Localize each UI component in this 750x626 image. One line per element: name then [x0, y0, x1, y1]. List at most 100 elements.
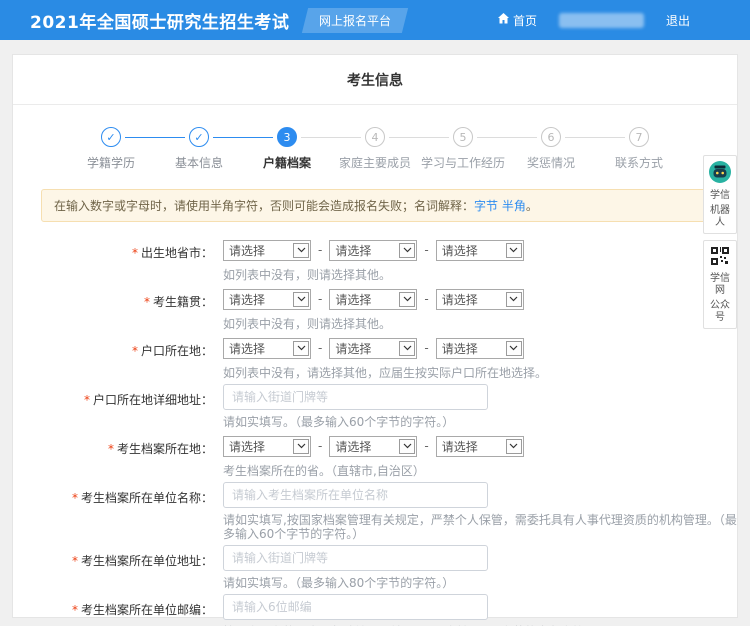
step-label: 奖惩情况	[527, 154, 575, 171]
required-asterisk: *	[72, 603, 78, 617]
wechat-widget-label-line2: 公众号	[706, 300, 734, 324]
logout-link-label: 退出	[666, 12, 690, 29]
archive-district-select[interactable]: 请选择	[436, 436, 524, 457]
archive-unit-zipcode-input[interactable]	[223, 594, 488, 620]
home-link-label: 首页	[513, 12, 537, 29]
halfwidth-notice: 在输入数字或字母时，请使用半角字符，否则可能会造成报名失败；名词解释：字节 半角…	[41, 189, 709, 222]
step-label: 学习与工作经历	[421, 154, 505, 171]
required-asterisk: *	[72, 554, 78, 568]
chevron-down-icon	[506, 243, 522, 258]
step-check-icon: ✓	[189, 127, 209, 147]
robot-avatar-icon	[709, 168, 731, 187]
dash-separator: -	[318, 243, 322, 257]
archive-province-select[interactable]: 请选择	[223, 436, 311, 457]
form-row-archive-unit-name: *考生档案所在单位名称： 请如实填写,按国家档案管理有关规定，严禁个人保管，需委…	[13, 483, 737, 541]
form-row-birthplace: *出生地省市： 请选择 - 请选择 - 请选择 如列表中没有，则请选择其他。	[13, 238, 737, 282]
native-place-label: 考生籍贯：	[153, 295, 213, 309]
household-location-help: 如列表中没有，请选择其他，应届生按实际户口所在地选择。	[223, 366, 737, 380]
robot-widget-label-line2: 机器人	[706, 205, 734, 229]
form-row-household-address: *户口所在地详细地址： 请如实填写。（最多输入60个字节的字符。）	[13, 385, 737, 429]
step-label: 户籍档案	[263, 154, 311, 171]
step-item-family-members: 4 家庭主要成员	[331, 127, 419, 171]
notice-suffix: 。	[526, 199, 538, 213]
dash-separator: -	[424, 341, 428, 355]
username-redacted[interactable]	[559, 13, 644, 28]
archive-location-help: 考生档案所在的省。（直辖市,自治区）	[223, 464, 737, 478]
archive-unit-address-input[interactable]	[223, 545, 488, 571]
app-header: 2021年全国硕士研究生招生考试 网上报名平台 首页 退出	[0, 0, 750, 40]
archive-location-label: 考生档案所在地：	[117, 442, 213, 456]
birthplace-district-select[interactable]: 请选择	[436, 240, 524, 261]
candidate-info-card: 考生信息 ✓ 学籍学历 ✓ 基本信息 3 户籍档案 4 家庭主要成员 5 学习与…	[12, 54, 738, 618]
birthplace-city-select[interactable]: 请选择	[329, 240, 417, 261]
household-location-label: 户口所在地：	[141, 344, 213, 358]
dash-separator: -	[424, 292, 428, 306]
dash-separator: -	[424, 243, 428, 257]
qr-code-icon	[710, 251, 730, 270]
home-icon	[498, 13, 509, 27]
archive-unit-address-help: 请如实填写。（最多输入80个字节的字符。）	[223, 576, 737, 590]
household-district-select[interactable]: 请选择	[436, 338, 524, 359]
chsi-wechat-widget[interactable]: 学信网 公众号	[703, 240, 737, 329]
chevron-down-icon	[293, 341, 309, 356]
archive-unit-name-help: 请如实填写,按国家档案管理有关规定，严禁个人保管，需委托具有人事代理资质的机构管…	[223, 513, 737, 541]
household-province-select[interactable]: 请选择	[223, 338, 311, 359]
form-row-archive-unit-address: *考生档案所在单位地址： 请如实填写。（最多输入80个字节的字符。）	[13, 546, 737, 590]
dash-separator: -	[318, 439, 322, 453]
chevron-down-icon	[293, 292, 309, 307]
chsi-robot-widget[interactable]: 学信 机器人	[703, 155, 737, 234]
archive-unit-zipcode-label: 考生档案所在单位邮编：	[81, 603, 213, 617]
chevron-down-icon	[506, 292, 522, 307]
step-item-contact: 7 联系方式	[595, 127, 683, 171]
native-place-help: 如列表中没有，则请选择其他。	[223, 317, 737, 331]
household-address-input[interactable]	[223, 384, 488, 410]
household-address-label: 户口所在地详细地址：	[93, 393, 213, 407]
birthplace-help: 如列表中没有，则请选择其他。	[223, 268, 737, 282]
archive-city-select[interactable]: 请选择	[329, 436, 417, 457]
step-check-icon: ✓	[101, 127, 121, 147]
native-place-city-select[interactable]: 请选择	[329, 289, 417, 310]
step-number: 5	[453, 127, 473, 147]
step-label: 联系方式	[615, 154, 663, 171]
required-asterisk: *	[132, 246, 138, 260]
chevron-down-icon	[506, 341, 522, 356]
required-asterisk: *	[132, 344, 138, 358]
native-place-province-select[interactable]: 请选择	[223, 289, 311, 310]
dash-separator: -	[424, 439, 428, 453]
form-row-archive-unit-zipcode: *考生档案所在单位邮编： 按国家公布的《全国邮政编码》填写。（最多输入6个字节的…	[13, 595, 737, 626]
required-asterisk: *	[72, 491, 78, 505]
logout-link[interactable]: 退出	[666, 12, 690, 29]
chevron-down-icon	[399, 292, 415, 307]
halfwidth-term-link[interactable]: 半角	[502, 199, 526, 213]
archive-unit-name-input[interactable]	[223, 482, 488, 508]
step-label: 学籍学历	[87, 154, 135, 171]
required-asterisk: *	[84, 393, 90, 407]
archive-unit-address-label: 考生档案所在单位地址：	[81, 554, 213, 568]
step-number: 3	[277, 127, 297, 147]
chevron-down-icon	[399, 341, 415, 356]
page-title: 考生信息	[13, 55, 737, 105]
side-widgets: 学信 机器人 学信网 公众号	[703, 155, 737, 329]
form-row-archive-location: *考生档案所在地： 请选择 - 请选择 - 请选择 考生档案所在的省。（直辖市,…	[13, 434, 737, 478]
page: 2021年全国硕士研究生招生考试 网上报名平台 首页 退出 考生信息 ✓ 学籍学…	[0, 0, 750, 626]
household-city-select[interactable]: 请选择	[329, 338, 417, 359]
chevron-down-icon	[293, 243, 309, 258]
step-item-household-archive: 3 户籍档案	[243, 127, 331, 171]
app-title: 2021年全国硕士研究生招生考试	[30, 8, 289, 33]
notice-text: 在输入数字或字母时，请使用半角字符，否则可能会造成报名失败；名词解释：	[54, 199, 474, 213]
robot-widget-label-line1: 学信	[706, 190, 734, 202]
platform-badge: 网上报名平台	[302, 8, 408, 33]
byte-term-link[interactable]: 字节	[474, 199, 498, 213]
dash-separator: -	[318, 292, 322, 306]
birthplace-province-select[interactable]: 请选择	[223, 240, 311, 261]
archive-unit-name-label: 考生档案所在单位名称：	[81, 491, 213, 505]
native-place-district-select[interactable]: 请选择	[436, 289, 524, 310]
step-item-xueji-xueli: ✓ 学籍学历	[67, 127, 155, 171]
household-archive-form: *出生地省市： 请选择 - 请选择 - 请选择 如列表中没有，则请选择其他。 *…	[13, 238, 737, 626]
step-number: 4	[365, 127, 385, 147]
required-asterisk: *	[144, 295, 150, 309]
home-link[interactable]: 首页	[498, 12, 537, 29]
form-row-native-place: *考生籍贯： 请选择 - 请选择 - 请选择 如列表中没有，则请选择其他。	[13, 287, 737, 331]
step-item-rewards: 6 奖惩情况	[507, 127, 595, 171]
step-label: 基本信息	[175, 154, 223, 171]
